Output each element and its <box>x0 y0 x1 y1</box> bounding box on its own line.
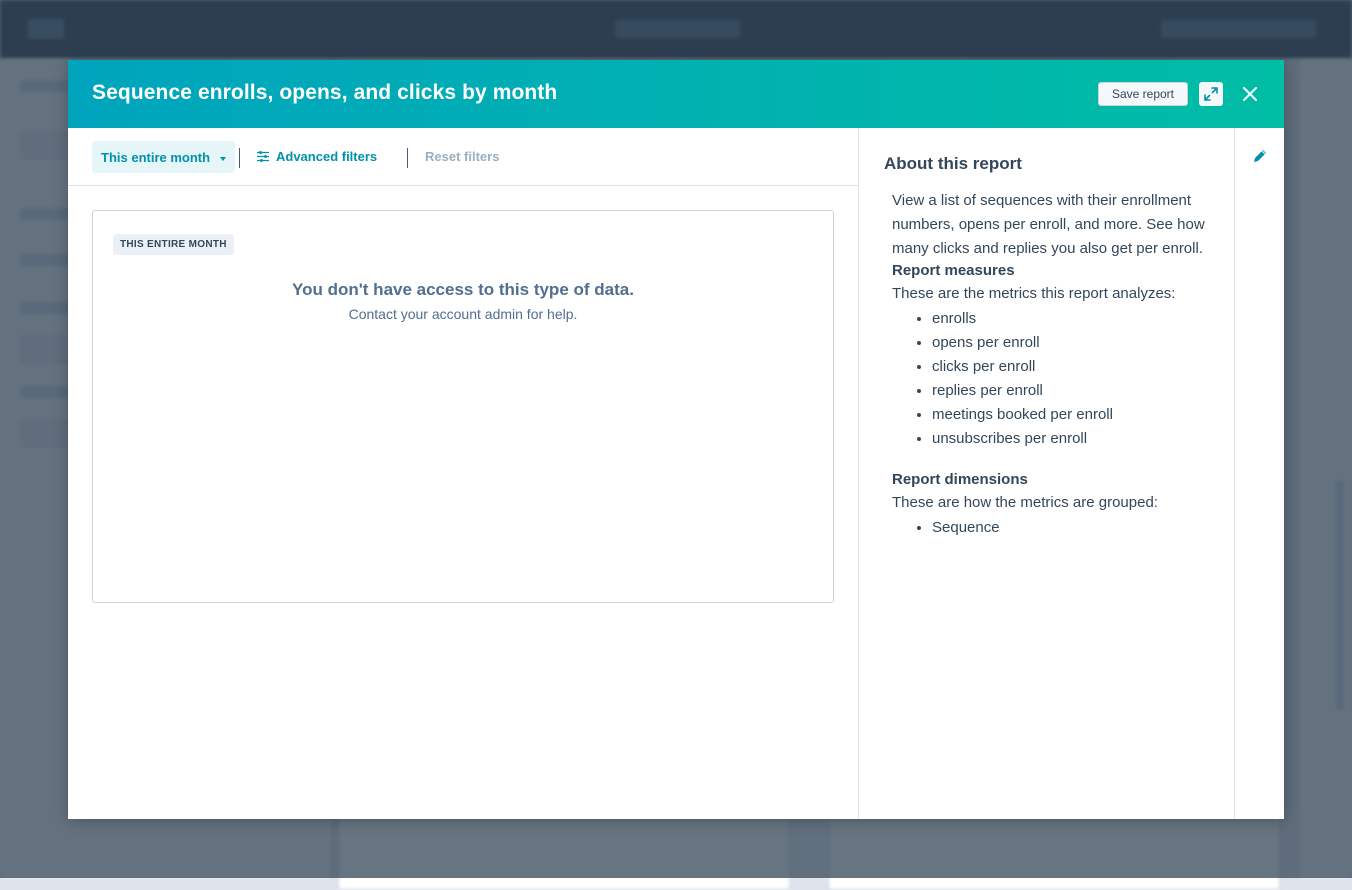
save-report-button[interactable]: Save report <box>1098 82 1188 106</box>
advanced-filters-button[interactable]: Advanced filters <box>257 149 377 164</box>
dimensions-list: Sequence <box>892 516 1212 540</box>
measure-item: opens per enroll <box>932 331 1212 355</box>
measures-heading: Report measures <box>892 262 1015 279</box>
dimensions-heading: Report dimensions <box>892 471 1028 488</box>
about-description: View a list of sequences with their enro… <box>892 192 1205 257</box>
measure-item: replies per enroll <box>932 379 1212 403</box>
about-body: View a list of sequences with their enro… <box>892 189 1212 540</box>
expand-arrows-icon <box>1204 87 1218 101</box>
measure-item: meetings booked per enroll <box>932 403 1212 427</box>
caret-down-icon <box>220 156 227 161</box>
date-range-tag: THIS ENTIRE MONTH <box>113 234 234 255</box>
close-button[interactable] <box>1238 82 1262 106</box>
measures-intro: These are the metrics this report analyz… <box>892 285 1176 302</box>
modal-header: Sequence enrolls, opens, and clicks by m… <box>68 60 1284 128</box>
about-title: About this report <box>884 154 1022 173</box>
measure-item: unsubscribes per enroll <box>932 427 1212 451</box>
advanced-filters-label: Advanced filters <box>276 149 378 164</box>
dimensions-intro: These are how the metrics are grouped: <box>892 494 1158 511</box>
filter-bar: This entire month Advanced filters Reset… <box>68 128 858 186</box>
measure-item: enrolls <box>932 307 1212 331</box>
no-access-subtitle: Contact your account admin for help. <box>348 306 578 322</box>
reset-filters-button[interactable]: Reset filters <box>425 149 499 164</box>
close-x-icon <box>1243 87 1257 101</box>
date-range-label: This entire month <box>101 149 211 165</box>
no-access-title: You don't have access to this type of da… <box>292 280 634 299</box>
filter-divider <box>239 148 240 168</box>
dimension-item: Sequence <box>932 516 1212 540</box>
report-pane: This entire month Advanced filters Reset… <box>68 128 858 819</box>
report-content-card: THIS ENTIRE MONTH You don't have access … <box>92 210 834 603</box>
edit-button[interactable] <box>1252 148 1270 166</box>
measures-list: enrolls opens per enroll clicks per enro… <box>892 307 1212 451</box>
sliders-icon <box>257 151 269 162</box>
modal-title: Sequence enrolls, opens, and clicks by m… <box>92 81 558 104</box>
about-panel: About this report View a list of sequenc… <box>858 128 1235 819</box>
date-range-dropdown[interactable]: This entire month <box>92 141 236 173</box>
about-panel-rail <box>1234 128 1284 819</box>
report-modal: Sequence enrolls, opens, and clicks by m… <box>68 60 1284 819</box>
expand-button[interactable] <box>1199 82 1223 106</box>
pencil-icon <box>1254 150 1266 162</box>
filter-divider <box>407 148 408 168</box>
measure-item: clicks per enroll <box>932 355 1212 379</box>
